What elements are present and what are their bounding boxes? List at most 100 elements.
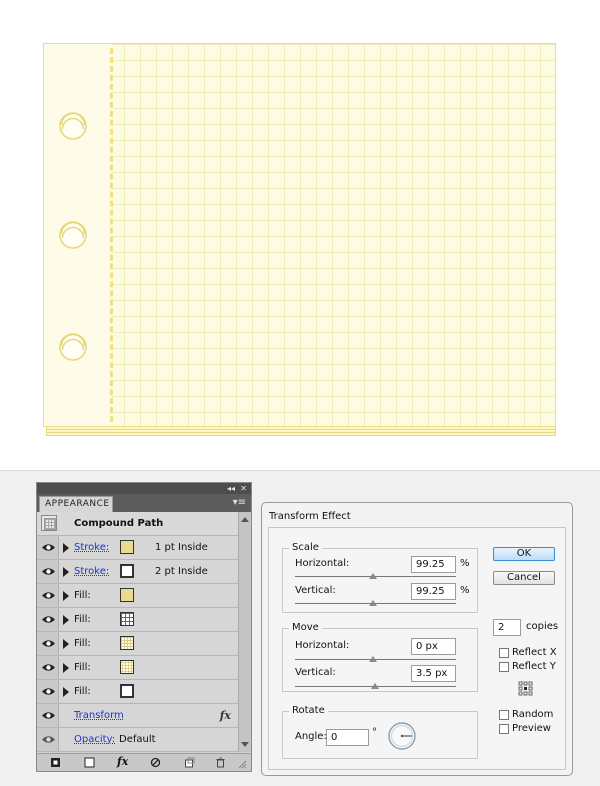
fx-icon[interactable]: fx [220,709,231,722]
fill-swatch[interactable] [120,684,134,698]
stroke-link[interactable]: Stroke: [74,542,109,553]
close-icon[interactable]: ✕ [240,483,247,494]
angle-dial-icon[interactable] [387,721,417,751]
expand-triangle-icon[interactable] [63,543,69,553]
random-label: Random [512,709,554,720]
fill-label: Fill: [74,662,91,673]
eye-icon[interactable] [41,541,56,554]
appearance-row-opacity[interactable]: Opacity: Default [37,728,239,752]
move-group: Move Horizontal: 0 px Vertical: 3.5 px [282,622,478,692]
dashed-margin-line [110,48,113,422]
move-horizontal-input[interactable]: 0 px [411,638,456,655]
rotate-group: Rotate Angle: 0 ° [282,705,478,759]
dot-pattern-swatch[interactable] [120,660,134,674]
scale-horizontal-input[interactable]: 99.25 [411,556,456,573]
resize-grip-icon[interactable] [238,760,247,769]
panel-titlebar[interactable]: ◂◂ ✕ [37,483,251,494]
scale-group: Scale Horizontal: 99.25 % Vertical: 99.2… [282,542,478,613]
transform-effect-link[interactable]: Transform [74,710,124,721]
expand-triangle-icon[interactable] [63,615,69,625]
appearance-row-fill[interactable]: Fill: [37,608,239,632]
angle-input[interactable]: 0 [326,729,369,746]
expand-triangle-icon[interactable] [63,591,69,601]
eye-icon[interactable] [41,709,56,722]
appearance-row-fill[interactable]: Fill: [37,680,239,704]
move-vertical-input[interactable]: 3.5 px [411,665,456,682]
add-new-stroke-icon[interactable] [50,757,61,768]
appearance-row-stroke[interactable]: Stroke: 2 pt Inside [37,560,239,584]
transform-effect-dialog: Transform Effect Scale Horizontal: 99.25… [261,502,573,776]
appearance-row-effect[interactable]: Transform fx [37,704,239,728]
reference-point-icon[interactable] [518,681,533,696]
ok-button[interactable]: OK [493,547,555,561]
scroll-down-icon[interactable] [241,742,249,747]
stacked-sheet [46,433,556,436]
appearance-row-fill[interactable]: Fill: [37,632,239,656]
collapse-icon[interactable]: ◂◂ [227,483,235,494]
stroke-weight-value: 2 pt Inside [155,566,208,577]
eye-icon[interactable] [41,613,56,626]
fill-label: Fill: [74,686,91,697]
add-new-fill-icon[interactable] [84,757,95,768]
compound-path-thumbnail [41,515,57,531]
eye-icon[interactable] [41,565,56,578]
binder-hole [59,333,87,361]
panel-tabbar: APPEARANCE ▾≡ [37,494,251,512]
expand-triangle-icon[interactable] [63,639,69,649]
random-checkbox[interactable] [499,710,509,720]
fill-swatch[interactable] [120,588,134,602]
slider-knob-icon[interactable] [369,656,377,662]
appearance-list: Compound Path Stroke: 1 pt Inside Stroke… [37,512,239,752]
scale-vertical-label: Vertical: [295,585,336,596]
reflect-y-checkbox[interactable] [499,662,509,672]
clear-appearance-icon[interactable] [150,757,161,768]
grid-pattern-swatch[interactable] [120,612,134,626]
expand-triangle-icon[interactable] [63,687,69,697]
reflect-y-label: Reflect Y [512,661,556,672]
fine-grid-pattern-swatch[interactable] [120,636,134,650]
slider-knob-icon[interactable] [371,683,379,689]
panel-menu-icon[interactable]: ▾≡ [233,497,246,509]
appearance-row-fill[interactable]: Fill: [37,584,239,608]
angle-unit: ° [372,727,377,738]
cancel-button[interactable]: Cancel [493,571,555,585]
eye-icon[interactable] [41,589,56,602]
slider-knob-icon[interactable] [369,573,377,579]
duplicate-item-icon[interactable] [184,757,195,768]
paper-sheet [43,43,556,427]
trash-icon[interactable] [215,757,226,768]
appearance-row-fill[interactable]: Fill: [37,656,239,680]
binder-hole [59,112,87,140]
scale-horizontal-label: Horizontal: [295,558,350,569]
eye-icon[interactable] [41,637,56,650]
slider-knob-icon[interactable] [369,600,377,606]
artboard-canvas [0,0,600,471]
appearance-row-stroke[interactable]: Stroke: 1 pt Inside [37,536,239,560]
fill-label: Fill: [74,590,91,601]
fill-label: Fill: [74,638,91,649]
stroke-swatch[interactable] [120,540,134,554]
tab-appearance[interactable]: APPEARANCE [39,496,113,512]
scroll-up-icon[interactable] [241,517,249,522]
expand-triangle-icon[interactable] [63,663,69,673]
copies-label: copies [526,621,559,632]
stroke-weight-value: 1 pt Inside [155,542,208,553]
opacity-link[interactable]: Opacity: [74,734,115,745]
reflect-x-checkbox[interactable] [499,648,509,658]
preview-checkbox[interactable] [499,724,509,734]
panel-scrollbar[interactable] [238,512,251,752]
copies-input[interactable]: 2 [493,619,521,636]
object-type-label: Compound Path [74,518,164,529]
eye-icon[interactable] [41,733,56,746]
stroke-swatch[interactable] [120,564,134,578]
add-new-effect-icon[interactable]: fx [117,755,135,768]
scale-vertical-unit: % [460,585,470,596]
scale-vertical-input[interactable]: 99.25 [411,583,456,600]
angle-label: Angle: [295,731,327,742]
appearance-header-row[interactable]: Compound Path [37,512,239,536]
expand-triangle-icon[interactable] [63,567,69,577]
eye-icon[interactable] [41,661,56,674]
stroke-link[interactable]: Stroke: [74,566,109,577]
notebook-paper-artwork[interactable] [43,43,556,436]
eye-icon[interactable] [41,685,56,698]
